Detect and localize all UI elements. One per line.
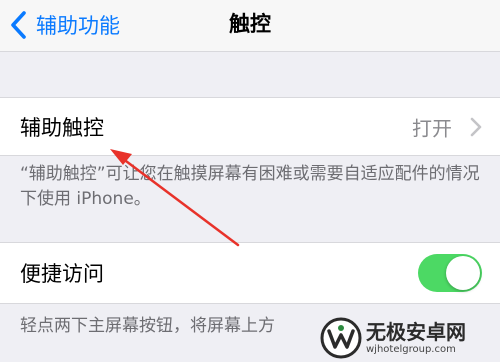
reachability-label: 便捷访问 (20, 262, 104, 286)
logo-icon (320, 317, 362, 359)
watermark-title: 无极安卓网 (366, 320, 466, 344)
assistive-touch-row[interactable]: 辅助触控 打开 (0, 97, 500, 156)
chevron-right-icon (470, 117, 482, 136)
assistive-touch-description: “辅助触控”可让您在触摸屏幕有困难或需要自适应配件的情况下使用 iPhone。 (20, 164, 480, 209)
reachability-row: 便捷访问 (0, 242, 500, 304)
chevron-left-icon (11, 11, 26, 39)
assistive-touch-status: 打开 (412, 116, 452, 140)
toggle-knob (446, 256, 480, 290)
watermark-url: wjhotelgroup.com (366, 344, 456, 355)
page-title: 触控 (229, 12, 271, 36)
back-label: 辅助功能 (36, 14, 120, 38)
navigation-bar: 辅助功能 触控 (0, 0, 500, 52)
reachability-toggle[interactable] (418, 254, 482, 292)
back-button[interactable]: 辅助功能 (8, 7, 120, 43)
assistive-touch-label: 辅助触控 (20, 115, 104, 140)
watermark: 无极安卓网 wjhotelgroup.com (320, 316, 496, 360)
